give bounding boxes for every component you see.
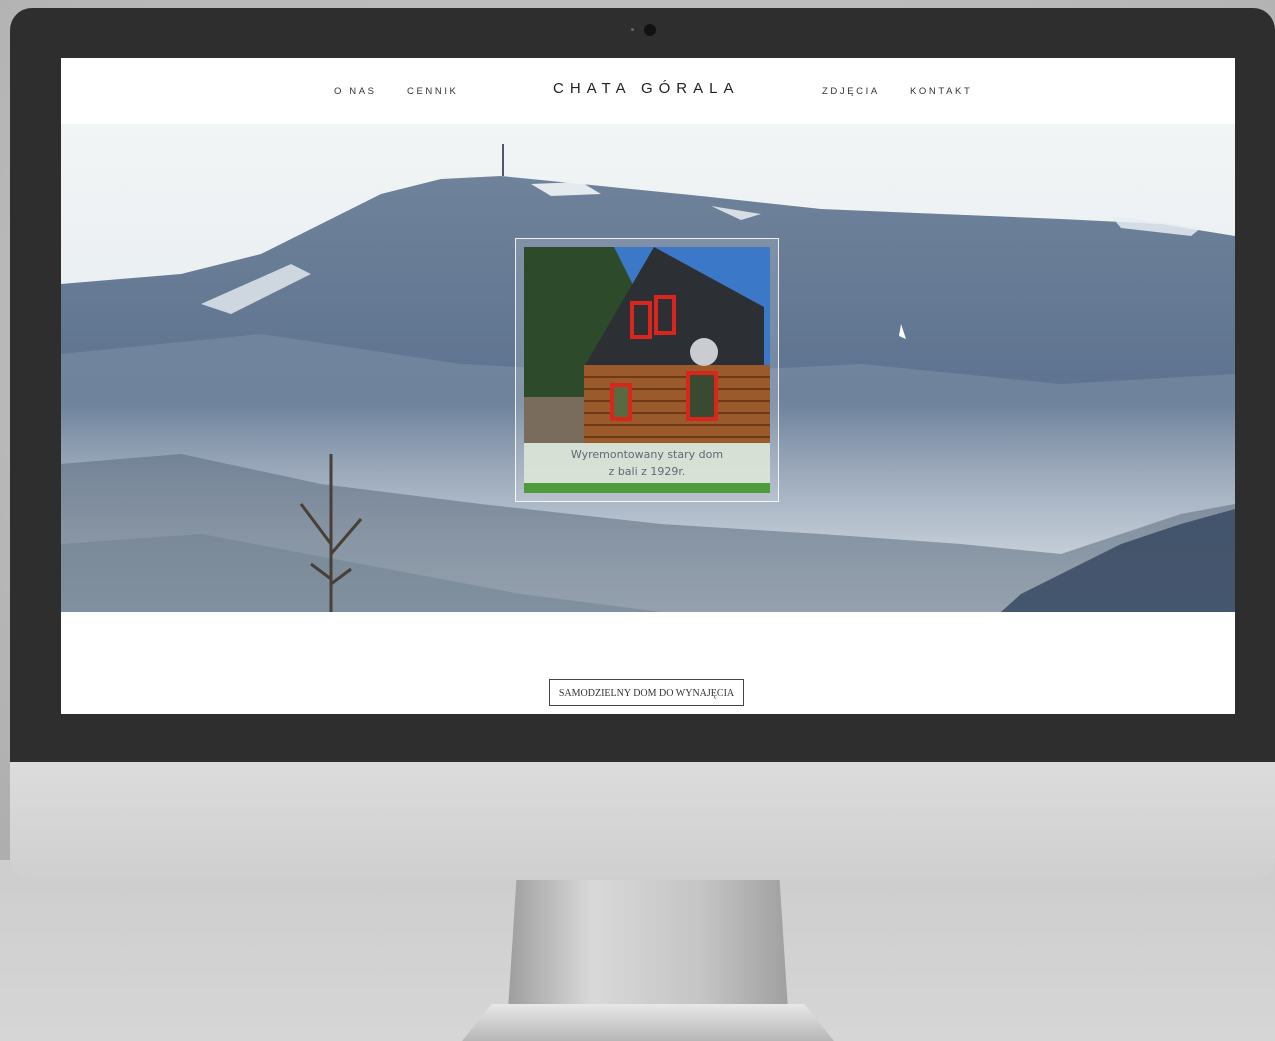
house-photo <box>524 247 770 443</box>
monitor-stand-foot <box>462 1004 834 1041</box>
hero-banner: Wyremontowany stary dom z bali z 1929r. <box>61 124 1235 612</box>
nav-link-zdjecia[interactable]: ZDJĘCIA <box>822 86 880 97</box>
website-screen: O NAS CENNIK CHATA GÓRALA ZDJĘCIA KONTAK… <box>61 58 1235 714</box>
featured-photo-card[interactable]: Wyremontowany stary dom z bali z 1929r. <box>515 238 779 502</box>
monitor-chin <box>10 762 1275 880</box>
rent-house-button[interactable]: SAMODZIELNY DOM DO WYNAJĘCIA <box>549 679 744 706</box>
nav-link-o-nas[interactable]: O NAS <box>334 86 377 97</box>
nav-link-kontakt[interactable]: KONTAKT <box>910 86 972 97</box>
monitor-stand <box>508 880 788 1010</box>
photo-caption: Wyremontowany stary dom z bali z 1929r. <box>524 443 770 483</box>
caption-line-1: Wyremontowany stary dom <box>570 448 724 461</box>
site-logo[interactable]: CHATA GÓRALA <box>553 80 739 97</box>
photo-grass-strip <box>524 483 770 493</box>
camera-icon <box>644 24 656 36</box>
nav-link-cennik[interactable]: CENNIK <box>407 86 459 97</box>
camera-sensor <box>631 28 634 31</box>
top-nav: O NAS CENNIK CHATA GÓRALA ZDJĘCIA KONTAK… <box>61 58 1235 124</box>
caption-line-2: z bali z 1929r. <box>608 465 686 478</box>
